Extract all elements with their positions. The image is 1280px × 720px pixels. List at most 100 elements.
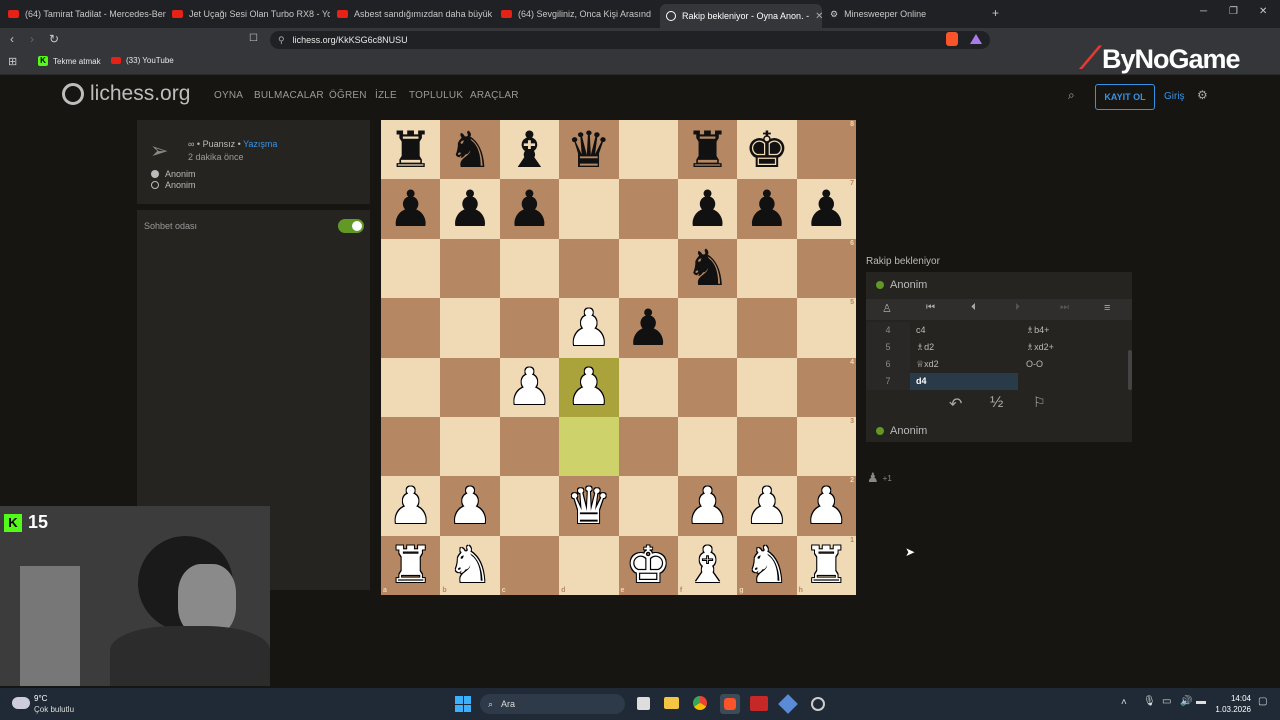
square-d2[interactable]: ♛: [559, 476, 619, 536]
square-c8[interactable]: ♝: [499, 120, 560, 180]
move-black[interactable]: ♗xd2+: [1020, 339, 1126, 356]
square-f1[interactable]: ♝ f: [677, 535, 738, 595]
white-pawn-icon[interactable]: ♟: [685, 481, 730, 531]
square-b2[interactable]: ♟: [440, 476, 500, 536]
video-app-icon[interactable]: [750, 696, 768, 711]
square-g8[interactable]: ♚: [737, 120, 797, 180]
square-c4[interactable]: ♟: [499, 357, 560, 417]
brave-shield-icon[interactable]: [946, 32, 958, 46]
bookmark-item[interactable]: K Tekme atmak: [38, 56, 101, 66]
register-button[interactable]: KAYIT OL: [1095, 84, 1155, 110]
square-b1[interactable]: ♞ b: [440, 535, 500, 595]
browser-tab[interactable]: ⚙ Minesweeper Online: [830, 4, 980, 24]
offer-draw-button[interactable]: ½: [990, 394, 1003, 412]
browser-tab-active[interactable]: Rakip bekleniyor - Oyna Anon. - ✕: [660, 4, 822, 28]
black-king-icon[interactable]: ♚: [745, 125, 790, 175]
back-icon[interactable]: ‹: [10, 32, 14, 46]
move-white[interactable]: c4: [910, 322, 1018, 339]
first-move-icon[interactable]: ⏮: [926, 302, 935, 313]
analysis-icon[interactable]: ♙: [882, 302, 892, 315]
square-f4[interactable]: [677, 357, 738, 417]
square-e4[interactable]: [618, 357, 678, 417]
square-d8[interactable]: ♛: [559, 120, 619, 180]
square-g5[interactable]: [737, 298, 797, 358]
chess-board[interactable]: ♜ ♞ ♝ ♛ ♜ ♚ 8 ♟ ♟ ♟ ♟ ♟ ♟ 7 ♞ 6 ♟ ♟ 5 ♟ ♟ 4 3 ♟ ♟ ♛ ♟ ♟ ♟ 2 ♜ a ♞ b c d ♚ e ♝ f…: [381, 120, 856, 595]
task-view-icon[interactable]: [637, 697, 650, 710]
square-f7[interactable]: ♟: [677, 179, 738, 239]
square-e2[interactable]: [618, 476, 678, 536]
square-h8[interactable]: 8: [796, 120, 856, 180]
square-d3[interactable]: [559, 416, 619, 477]
microphone-icon[interactable]: 🎙: [1143, 696, 1156, 707]
resign-flag-icon[interactable]: ⚐: [1033, 394, 1046, 411]
obs-icon[interactable]: [811, 697, 825, 711]
move-white-current[interactable]: d4: [910, 373, 1018, 390]
square-a3[interactable]: [381, 416, 441, 477]
square-g7[interactable]: ♟: [737, 179, 797, 239]
settings-gear-icon[interactable]: ⚙: [1197, 88, 1208, 102]
square-g1[interactable]: ♞ g: [737, 535, 797, 595]
minimize-icon[interactable]: ─: [1200, 6, 1207, 17]
square-h4[interactable]: 4: [796, 357, 856, 417]
nav-learn[interactable]: ÖĞREN: [329, 90, 367, 101]
square-e5[interactable]: ♟: [618, 298, 678, 358]
square-d6[interactable]: [559, 238, 619, 299]
new-tab-icon[interactable]: +: [992, 6, 999, 20]
menu-hamburger-icon[interactable]: ≡: [1104, 302, 1110, 314]
move-black[interactable]: ♗b4+: [1020, 322, 1126, 339]
bottom-player-name[interactable]: Anonim: [890, 425, 927, 437]
maximize-icon[interactable]: ❐: [1229, 6, 1238, 17]
square-c5[interactable]: [499, 298, 560, 358]
square-c3[interactable]: [499, 416, 560, 477]
square-e6[interactable]: [618, 238, 678, 299]
variant-link[interactable]: Yazışma: [243, 139, 277, 149]
square-e7[interactable]: [618, 179, 678, 239]
square-g3[interactable]: [737, 416, 797, 477]
square-d7[interactable]: [559, 179, 619, 239]
square-g6[interactable]: [737, 238, 797, 299]
move-white[interactable]: ♗d2: [910, 339, 1018, 356]
next-move-icon[interactable]: ⏵: [1015, 302, 1020, 313]
battery-icon[interactable]: ▬: [1196, 696, 1206, 707]
square-a5[interactable]: [381, 298, 441, 358]
square-f8[interactable]: ♜: [677, 120, 738, 180]
white-king-icon[interactable]: ♚: [626, 540, 671, 590]
square-f2[interactable]: ♟: [677, 476, 738, 536]
black-pawn-icon[interactable]: ♟: [626, 303, 671, 353]
player-white-name[interactable]: Anonim: [165, 169, 196, 179]
square-a8[interactable]: ♜: [381, 120, 441, 180]
file-explorer-icon[interactable]: [664, 697, 679, 709]
bookmark-item[interactable]: (33) YouTube: [111, 56, 174, 65]
square-h2[interactable]: ♟ 2: [796, 476, 856, 536]
last-move-icon[interactable]: ⏭: [1060, 302, 1069, 313]
move-white[interactable]: ♕xd2: [910, 356, 1018, 373]
white-knight-icon[interactable]: ♞: [448, 540, 493, 590]
square-c6[interactable]: [499, 238, 560, 299]
reload-icon[interactable]: ↻: [49, 32, 59, 46]
white-pawn-icon[interactable]: ♟: [388, 481, 433, 531]
square-d5[interactable]: ♟: [559, 298, 619, 358]
move-black[interactable]: [1020, 373, 1126, 390]
square-a7[interactable]: ♟: [381, 179, 441, 239]
nav-community[interactable]: TOPLULUK: [409, 90, 463, 101]
close-tab-icon[interactable]: ✕: [809, 11, 822, 22]
square-e3[interactable]: [618, 416, 678, 477]
square-a6[interactable]: [381, 238, 441, 299]
square-e1[interactable]: ♚ e: [618, 535, 678, 595]
bookmark-icon[interactable]: ☐: [249, 33, 258, 44]
white-pawn-icon[interactable]: ♟: [448, 481, 493, 531]
black-rook-icon[interactable]: ♜: [388, 125, 433, 175]
url-field[interactable]: ⚲ lichess.org/KkKSG6c8NUSU: [270, 31, 990, 49]
chat-toggle[interactable]: [338, 219, 364, 233]
square-h7[interactable]: ♟ 7: [796, 179, 856, 239]
square-a2[interactable]: ♟: [381, 476, 441, 536]
square-g2[interactable]: ♟: [737, 476, 797, 536]
square-b5[interactable]: [440, 298, 500, 358]
black-knight-icon[interactable]: ♞: [685, 243, 730, 293]
black-queen-icon[interactable]: ♛: [566, 125, 611, 175]
black-pawn-icon[interactable]: ♟: [745, 184, 790, 234]
apps-grid-icon[interactable]: ⊞: [8, 55, 17, 68]
search-icon[interactable]: ⌕: [1068, 88, 1075, 103]
weather-temp[interactable]: 9°C: [34, 694, 47, 703]
square-e8[interactable]: [618, 120, 678, 180]
